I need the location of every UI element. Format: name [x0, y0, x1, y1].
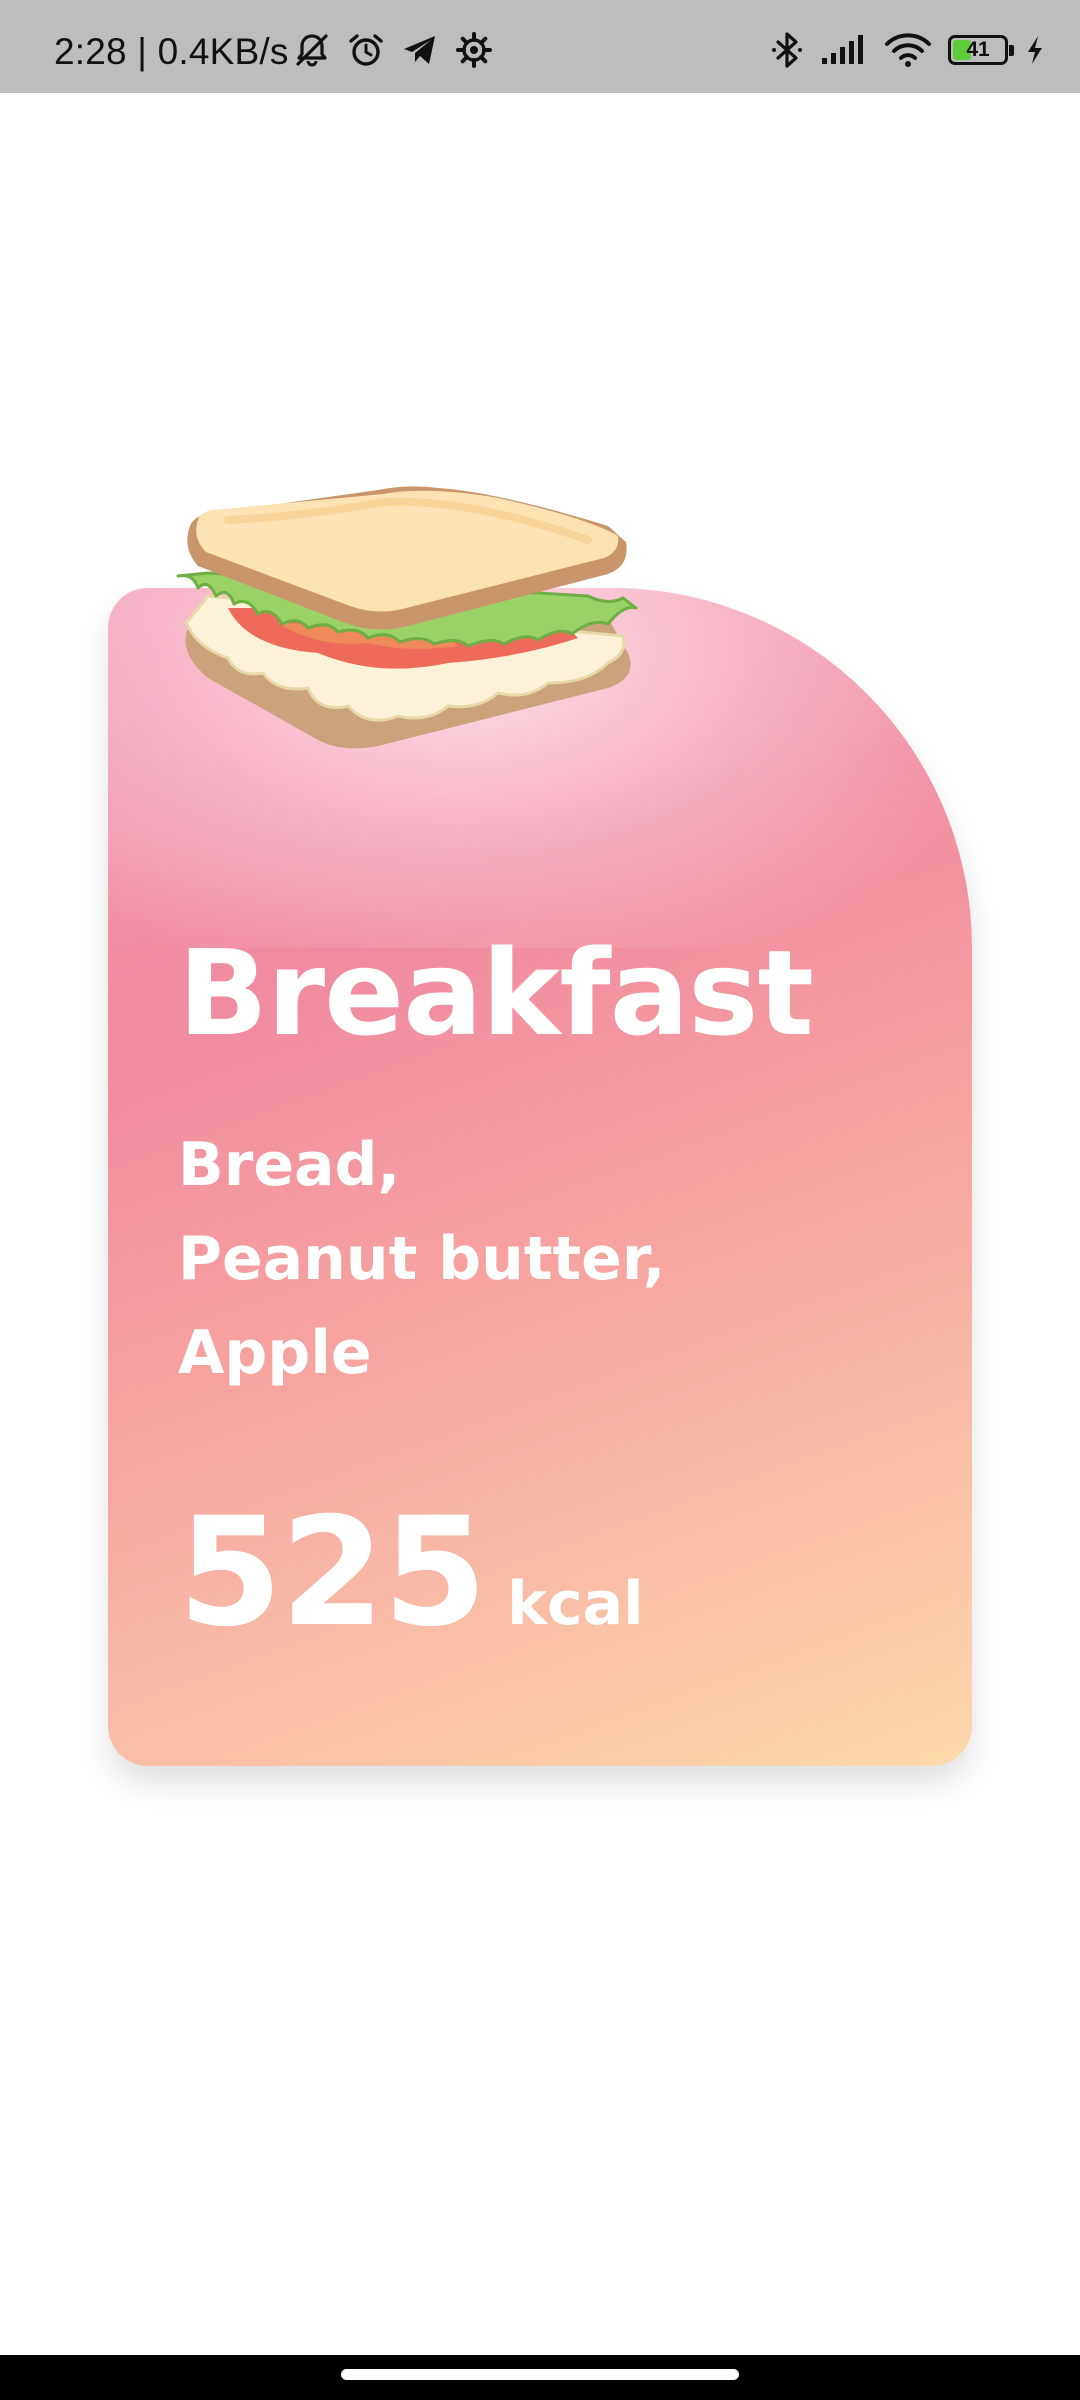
silent-icon — [292, 30, 332, 70]
home-indicator[interactable] — [341, 2369, 739, 2380]
status-icons-left — [292, 30, 494, 70]
battery-level: 41 — [966, 38, 990, 61]
calories: 525 kcal — [178, 1488, 644, 1658]
navigation-bar — [0, 2355, 1080, 2400]
signal-icon — [820, 30, 868, 70]
meal-title: Breakfast — [178, 924, 814, 1062]
telegram-icon — [400, 30, 440, 70]
sandwich-illustration — [168, 478, 648, 768]
food-item: Bread, — [178, 1130, 401, 1200]
food-item: Peanut butter, — [178, 1224, 666, 1294]
status-bar: 2:28 | 0.4KB/s 41 — [0, 0, 1080, 93]
settings-icon — [454, 30, 494, 70]
status-icons-right: 41 — [770, 30, 1046, 70]
alarm-icon — [346, 30, 386, 70]
charging-icon — [1024, 30, 1046, 70]
food-list: Bread, Peanut butter, Apple — [178, 1118, 665, 1400]
wifi-icon — [884, 30, 932, 70]
status-time-speed: 2:28 | 0.4KB/s — [54, 31, 289, 72]
food-item: Apple — [178, 1318, 372, 1388]
calories-value: 525 — [178, 1486, 487, 1660]
battery-icon: 41 — [948, 35, 1014, 65]
calories-unit: kcal — [507, 1569, 644, 1639]
bluetooth-icon — [770, 30, 804, 70]
